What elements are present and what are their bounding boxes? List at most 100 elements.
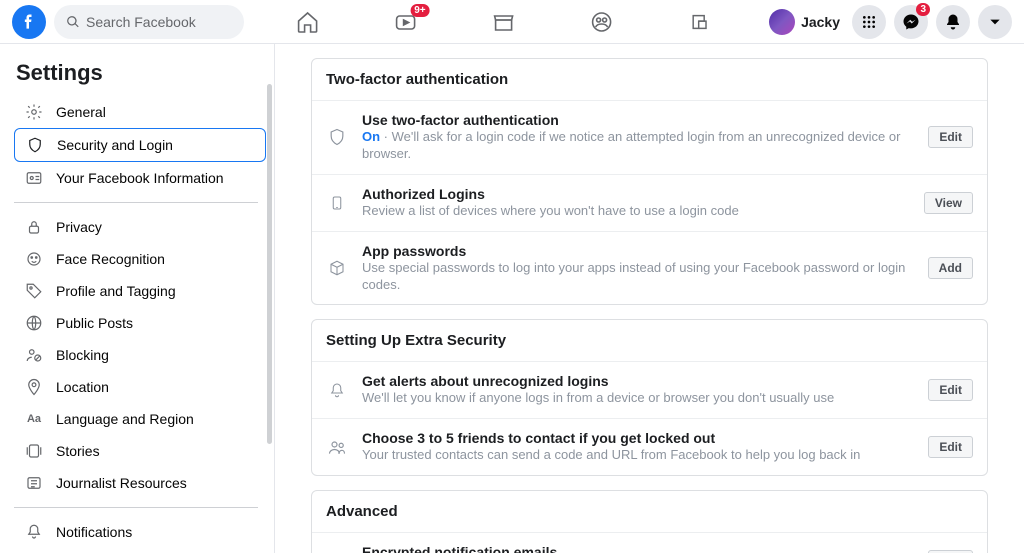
row-encrypted-emails[interactable]: Encrypted notification emails Add extra …	[312, 533, 987, 553]
section-twofa: Two-factor authentication Use two-factor…	[311, 58, 988, 305]
section-extra-security: Setting Up Extra Security Get alerts abo…	[311, 319, 988, 476]
section-advanced: Advanced Encrypted notification emails A…	[311, 490, 988, 553]
row-alerts[interactable]: Get alerts about unrecognized logins We'…	[312, 362, 987, 419]
messenger-button[interactable]: 3	[894, 5, 928, 39]
settings-main: Two-factor authentication Use two-factor…	[275, 44, 1024, 553]
tab-gaming[interactable]	[686, 8, 714, 36]
edit-button[interactable]: Edit	[928, 436, 973, 458]
sidebar-item-privacy[interactable]: Privacy	[14, 211, 266, 243]
sidebar-item-language[interactable]: Aa Language and Region	[14, 403, 266, 435]
section-header: Setting Up Extra Security	[312, 320, 987, 362]
sidebar-item-location[interactable]: Location	[14, 371, 266, 403]
tab-home[interactable]	[294, 8, 322, 36]
edit-button[interactable]: Edit	[928, 126, 973, 148]
facebook-logo[interactable]	[12, 5, 46, 39]
sidebar-item-journalist[interactable]: Journalist Resources	[14, 467, 266, 499]
grid-icon	[861, 14, 877, 30]
sidebar-item-label: Privacy	[56, 219, 102, 235]
nav-right: Jacky 3	[769, 5, 1012, 39]
sidebar-divider	[14, 202, 258, 203]
sidebar-item-label: Stories	[56, 443, 100, 459]
page-body: Settings General Security and Login Your…	[0, 44, 1024, 553]
device-icon	[326, 192, 348, 214]
sidebar-item-public-posts[interactable]: Public Posts	[14, 307, 266, 339]
sidebar-item-security[interactable]: Security and Login	[14, 128, 266, 162]
sidebar-item-label: Profile and Tagging	[56, 283, 176, 299]
sidebar-item-your-info[interactable]: Your Facebook Information	[14, 162, 266, 194]
gear-icon	[24, 102, 44, 122]
sidebar-item-label: Security and Login	[57, 137, 173, 153]
stories-icon	[24, 441, 44, 461]
sidebar-item-label: Language and Region	[56, 411, 194, 427]
account-button[interactable]	[978, 5, 1012, 39]
sidebar-item-blocking[interactable]: Blocking	[14, 339, 266, 371]
row-body: Authorized Logins Review a list of devic…	[362, 186, 910, 220]
sidebar-item-general[interactable]: General	[14, 96, 266, 128]
sidebar-item-stories[interactable]: Stories	[14, 435, 266, 467]
groups-icon	[590, 10, 614, 34]
section-header: Advanced	[312, 491, 987, 533]
sidebar-item-label: General	[56, 104, 106, 120]
row-desc: On · We'll ask for a login code if we no…	[362, 129, 914, 163]
pin-icon	[24, 377, 44, 397]
sidebar-item-label: Journalist Resources	[56, 475, 187, 491]
sidebar-item-profile-tagging[interactable]: Profile and Tagging	[14, 275, 266, 307]
watch-badge: 9+	[410, 4, 429, 17]
chevron-down-icon	[988, 15, 1002, 29]
language-icon: Aa	[24, 409, 44, 429]
scrollbar-indicator	[267, 84, 272, 444]
sidebar-item-label: Face Recognition	[56, 251, 165, 267]
sidebar-item-label: Your Facebook Information	[56, 170, 224, 186]
search-input[interactable]: Search Facebook	[54, 5, 244, 39]
menu-button[interactable]	[852, 5, 886, 39]
sidebar-item-label: Public Posts	[56, 315, 133, 331]
settings-sidebar: Settings General Security and Login Your…	[0, 44, 275, 553]
sidebar-divider	[14, 507, 258, 508]
row-body: App passwords Use special passwords to l…	[362, 243, 914, 294]
sidebar-item-face-recognition[interactable]: Face Recognition	[14, 243, 266, 275]
status-on: On	[362, 129, 380, 144]
user-name: Jacky	[801, 14, 840, 30]
center-tabs: 9+	[294, 0, 714, 44]
row-app-passwords[interactable]: App passwords Use special passwords to l…	[312, 232, 987, 305]
tab-watch[interactable]: 9+	[392, 8, 420, 36]
row-desc: Your trusted contacts can send a code an…	[362, 447, 914, 464]
sidebar-item-mobile[interactable]: Mobile	[14, 548, 266, 553]
edit-button[interactable]: Edit	[928, 379, 973, 401]
messenger-icon	[902, 13, 920, 31]
row-authorized-logins[interactable]: Authorized Logins Review a list of devic…	[312, 175, 987, 232]
view-button[interactable]: View	[924, 192, 973, 214]
row-title: Encrypted notification emails	[362, 544, 914, 553]
user-chip[interactable]: Jacky	[769, 5, 844, 39]
row-title: App passwords	[362, 243, 914, 259]
row-desc: We'll let you know if anyone logs in fro…	[362, 390, 914, 407]
globe-icon	[24, 313, 44, 333]
sidebar-item-notifications[interactable]: Notifications	[14, 516, 266, 548]
row-desc: Use special passwords to log into your a…	[362, 260, 914, 294]
notifications-button[interactable]	[936, 5, 970, 39]
sidebar-item-label: Notifications	[56, 524, 132, 540]
tab-marketplace[interactable]	[490, 8, 518, 36]
search-icon	[66, 15, 80, 29]
row-body: Encrypted notification emails Add extra …	[362, 544, 914, 553]
block-icon	[24, 345, 44, 365]
shield-outline-icon	[326, 126, 348, 148]
search-placeholder: Search Facebook	[86, 14, 196, 30]
sidebar-item-label: Blocking	[56, 347, 109, 363]
bell-icon	[24, 522, 44, 542]
row-title: Choose 3 to 5 friends to contact if you …	[362, 430, 914, 446]
people-icon	[326, 436, 348, 458]
row-use-2fa[interactable]: Use two-factor authentication On · We'll…	[312, 101, 987, 175]
row-trusted-contacts[interactable]: Choose 3 to 5 friends to contact if you …	[312, 419, 987, 475]
row-body: Use two-factor authentication On · We'll…	[362, 112, 914, 163]
lock-icon	[24, 217, 44, 237]
marketplace-icon	[492, 10, 516, 34]
info-card-icon	[24, 168, 44, 188]
row-title: Get alerts about unrecognized logins	[362, 373, 914, 389]
tab-groups[interactable]	[588, 8, 616, 36]
shield-icon	[25, 135, 45, 155]
section-header: Two-factor authentication	[312, 59, 987, 101]
top-nav: Search Facebook 9+ Jacky 3	[0, 0, 1024, 44]
cube-icon	[326, 257, 348, 279]
add-button[interactable]: Add	[928, 257, 973, 279]
